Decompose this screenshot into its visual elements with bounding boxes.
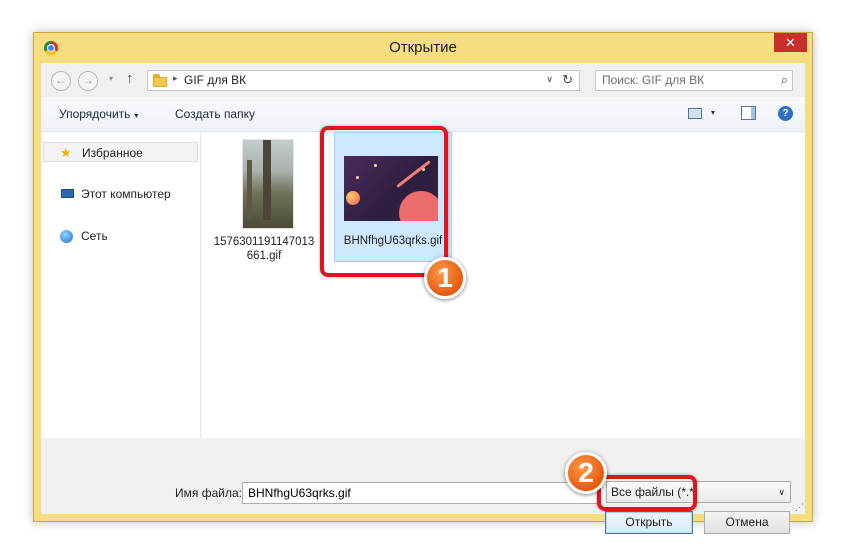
folder-icon: [153, 74, 167, 87]
new-folder-button[interactable]: Создать папку: [175, 107, 255, 121]
file-list-pane: 1576301191147013661.gif BHNfhgU63qrks.gi…: [201, 132, 805, 438]
address-field[interactable]: ▸ GIF для ВК ∨ ↻: [147, 70, 580, 91]
resize-grip-icon[interactable]: ⋰: [795, 502, 804, 513]
nav-item-network[interactable]: Сеть: [43, 226, 198, 246]
title-bar[interactable]: Открытие ✕: [34, 33, 812, 63]
chevron-down-icon[interactable]: ∨: [546, 74, 553, 85]
open-file-dialog: Открытие ✕ ← → ▾ ↑ ▸ GIF для ВК ∨ ↻ Поис…: [33, 32, 813, 534]
address-bar-row: ← → ▾ ↑ ▸ GIF для ВК ∨ ↻ Поиск: GIF для …: [41, 63, 805, 97]
computer-icon: [61, 189, 74, 198]
window-title: Открытие: [389, 39, 457, 56]
star-icon: ★: [60, 145, 72, 160]
nav-item-label: Этот компьютер: [81, 187, 171, 201]
change-view-icon[interactable]: [688, 108, 702, 119]
up-folder-button[interactable]: ↑: [126, 70, 134, 87]
file-thumbnail: [242, 139, 294, 229]
open-button[interactable]: Открыть: [605, 511, 693, 534]
breadcrumb-current-folder[interactable]: GIF для ВК: [184, 73, 246, 87]
nav-item-label: Избранное: [82, 146, 143, 160]
nav-item-this-pc[interactable]: Этот компьютер: [43, 184, 198, 204]
highlight-frame-selected-file: [320, 126, 448, 277]
organize-label: Упорядочить: [59, 107, 131, 121]
search-icon[interactable]: ⌕: [781, 70, 788, 89]
refresh-icon[interactable]: ↻: [562, 72, 573, 88]
file-name: 1576301191147013661.gif: [213, 236, 315, 262]
chevron-down-icon: ∨: [778, 487, 785, 497]
forward-button[interactable]: →: [78, 71, 98, 91]
thumbnail-detail: [263, 140, 271, 220]
step-badge-2: 2: [565, 452, 607, 494]
nav-item-label: Сеть: [81, 229, 108, 243]
filename-input[interactable]: BHNfhgU63qrks.gif: [242, 482, 601, 504]
close-button[interactable]: ✕: [774, 33, 807, 52]
search-placeholder: Поиск: GIF для ВК: [602, 73, 705, 87]
thumbnail-detail: [247, 160, 252, 220]
cancel-button[interactable]: Отмена: [704, 511, 790, 534]
help-icon[interactable]: ?: [778, 106, 793, 121]
nav-item-favorites[interactable]: ★ Избранное: [43, 142, 198, 162]
view-options-dropdown-icon[interactable]: ▾: [711, 108, 715, 117]
preview-pane-icon[interactable]: [741, 106, 756, 120]
search-input[interactable]: Поиск: GIF для ВК ⌕: [595, 70, 793, 91]
step-badge-1: 1: [424, 257, 466, 299]
filename-label: Имя файла:: [175, 486, 242, 500]
back-button[interactable]: ←: [51, 71, 71, 91]
recent-locations-dropdown-icon[interactable]: ▾: [109, 74, 113, 83]
highlight-frame-open-button: [597, 475, 697, 511]
chevron-down-icon: ▾: [134, 111, 139, 120]
breadcrumb-separator-icon[interactable]: ▸: [173, 73, 178, 84]
file-item[interactable]: 1576301191147013661.gif: [205, 132, 323, 262]
navigation-pane: ★ Избранное Этот компьютер Сеть: [41, 132, 201, 438]
network-icon: [60, 230, 73, 243]
organize-button[interactable]: Упорядочить ▾: [59, 107, 138, 121]
